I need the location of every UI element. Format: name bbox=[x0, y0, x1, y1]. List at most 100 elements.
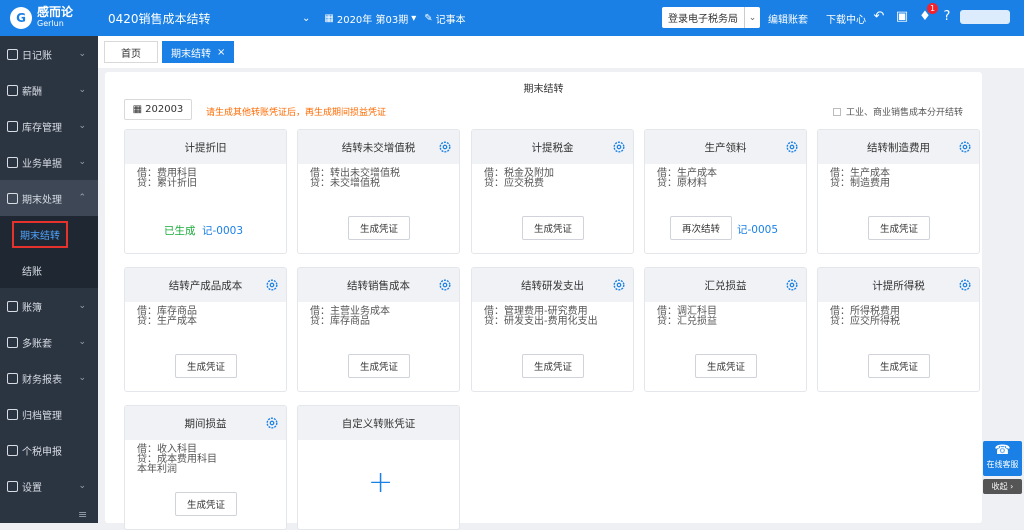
documents-icon bbox=[7, 156, 18, 168]
generate-voucher-button[interactable]: 生成凭证 bbox=[175, 492, 237, 516]
collapse-button[interactable]: 收起 › bbox=[983, 479, 1022, 494]
chevron-down-icon: ⌄ bbox=[78, 481, 86, 491]
chevron-down-icon[interactable]: ⌄ bbox=[744, 7, 760, 28]
sidebar-item-reports[interactable]: 财务报表 ⌄ bbox=[0, 360, 98, 396]
chevron-down-icon: ⌄ bbox=[78, 49, 86, 59]
sidebar-item-tax[interactable]: 个税申报 bbox=[0, 432, 98, 468]
sidebar-subitem-closing[interactable]: 结账 bbox=[0, 252, 98, 288]
checkbox-icon[interactable] bbox=[833, 107, 841, 116]
gear-icon[interactable] bbox=[612, 278, 626, 292]
voucher-link[interactable]: 记-0003 bbox=[202, 223, 243, 238]
sidebar-item-journal[interactable]: 日记账 ⌄ bbox=[0, 36, 98, 72]
tab-period-transfer[interactable]: 期末结转 × bbox=[162, 41, 235, 63]
online-service-button[interactable]: ☎ 在线客服 bbox=[983, 441, 1022, 476]
card-sales-cost: 结转销售成本 借：主营业务成本 贷：库存商品 生成凭证 bbox=[297, 267, 460, 392]
card-exchange-gain-loss: 汇兑损益 借：调汇科目 贷：汇兑损益 生成凭证 bbox=[644, 267, 807, 392]
inventory-icon bbox=[7, 120, 18, 132]
sidebar-item-ledger[interactable]: 账簿 ⌄ bbox=[0, 288, 98, 324]
period-picker[interactable]: ▦ 202003 bbox=[124, 99, 192, 120]
sidebar-item-period-end[interactable]: 期末处理 ⌃ bbox=[0, 180, 98, 216]
card-title: 期间损益 bbox=[184, 417, 227, 430]
chevron-down-icon: ⌄ bbox=[78, 373, 86, 383]
notepad-icon: ✎ bbox=[424, 12, 433, 24]
generate-voucher-button[interactable]: 生成凭证 bbox=[522, 354, 584, 378]
close-icon[interactable]: × bbox=[217, 47, 225, 58]
card-title: 计提折旧 bbox=[125, 130, 286, 164]
voucher-link[interactable]: 记-0005 bbox=[737, 222, 778, 237]
separate-cost-checkbox[interactable]: 工业、商业销售成本分开结转 bbox=[833, 105, 963, 118]
generate-voucher-button[interactable]: 生成凭证 bbox=[522, 216, 584, 240]
generate-voucher-button[interactable]: 生成凭证 bbox=[175, 354, 237, 378]
notepad-label: 记事本 bbox=[435, 14, 466, 26]
card-finished-goods: 结转产成品成本 借：库存商品 贷：生产成本 生成凭证 bbox=[124, 267, 287, 392]
generate-voucher-button[interactable]: 生成凭证 bbox=[695, 354, 757, 378]
chevron-up-icon: ⌃ bbox=[78, 193, 86, 203]
journal-icon bbox=[7, 48, 18, 60]
gear-icon[interactable] bbox=[265, 278, 279, 292]
collapse-sidebar-icon[interactable]: ≡ bbox=[78, 508, 87, 521]
sidebar: 日记账 ⌄ 薪酬 ⌄ 库存管理 ⌄ 业务单据 ⌄ 期末处理 ⌃ 期末结转 结账 账簿 ⌄ 多… bbox=[0, 36, 98, 523]
sidebar-subitem-period-transfer[interactable]: 期末结转 bbox=[0, 216, 98, 252]
salary-icon bbox=[7, 84, 18, 96]
card-title: 计提税金 bbox=[531, 141, 574, 154]
chevron-down-icon: ⌄ bbox=[78, 337, 86, 347]
card-custom-transfer[interactable]: 自定义转账凭证 + bbox=[297, 405, 460, 530]
gear-icon[interactable] bbox=[958, 278, 972, 292]
page-title: 期末结转 bbox=[523, 84, 564, 95]
card-income-tax: 计提所得税 借：所得税费用 贷：应交所得税 生成凭证 bbox=[817, 267, 980, 392]
chevron-down-icon: ⌄ bbox=[78, 157, 86, 167]
gear-icon[interactable] bbox=[958, 140, 972, 154]
generate-voucher-button[interactable]: 生成凭证 bbox=[348, 216, 410, 240]
calendar-icon: ▦ bbox=[132, 104, 143, 115]
sidebar-item-settings[interactable]: 设置 ⌄ bbox=[0, 468, 98, 504]
gear-icon[interactable] bbox=[785, 140, 799, 154]
gear-icon[interactable] bbox=[438, 278, 452, 292]
sidebar-item-inventory[interactable]: 库存管理 ⌄ bbox=[0, 108, 98, 144]
company-name[interactable]: 0420销售成本结转 bbox=[108, 10, 298, 27]
logo-text: 感而论 bbox=[37, 5, 74, 19]
tax-bureau-label: 登录电子税务局 bbox=[668, 14, 738, 25]
gear-icon[interactable] bbox=[265, 416, 279, 430]
edit-account-link[interactable]: 编辑账套 bbox=[768, 11, 808, 26]
logo[interactable]: G 感而论 Gerlun bbox=[0, 0, 100, 36]
retransfer-button[interactable]: 再次结转 bbox=[670, 216, 732, 240]
company-chevron-down-icon[interactable]: ⌄ bbox=[302, 13, 310, 24]
archive-icon bbox=[7, 408, 18, 420]
fullscreen-icon[interactable]: ▣ bbox=[894, 9, 910, 25]
gear-icon[interactable] bbox=[785, 278, 799, 292]
card-rd-expense: 结转研发支出 借：管理费用-研究费用 贷：研发支出-费用化支出 生成凭证 bbox=[471, 267, 634, 392]
plus-icon[interactable]: + bbox=[368, 468, 393, 498]
tax-bureau-select[interactable]: 登录电子税务局 ⌄ bbox=[662, 7, 760, 28]
card-tax-accrual: 计提税金 借：税金及附加 贷：应交税费 生成凭证 bbox=[471, 129, 634, 254]
generate-voucher-button[interactable]: 生成凭证 bbox=[348, 354, 410, 378]
generate-voucher-button[interactable]: 生成凭证 bbox=[868, 216, 930, 240]
card-title: 结转销售成本 bbox=[347, 279, 410, 292]
card-title: 结转研发支出 bbox=[521, 279, 584, 292]
card-title: 结转制造费用 bbox=[867, 141, 930, 154]
sidebar-item-archive[interactable]: 归档管理 bbox=[0, 396, 98, 432]
headset-icon: ☎ bbox=[994, 443, 1011, 458]
card-manufacturing-overhead: 结转制造费用 借：生产成本 贷：制造费用 生成凭证 bbox=[817, 129, 980, 254]
period-label: 2020年 第03期 bbox=[336, 14, 409, 26]
generate-voucher-button[interactable]: 生成凭证 bbox=[868, 354, 930, 378]
card-material-issue: 生产领料 借：生产成本 贷：原材料 再次结转 记-0005 bbox=[644, 129, 807, 254]
download-center-link[interactable]: 下载中心 bbox=[826, 11, 866, 26]
period-selector[interactable]: ▦ 2020年 第03期 ▾ bbox=[324, 11, 416, 26]
settings-icon bbox=[7, 480, 18, 492]
sidebar-item-salary[interactable]: 薪酬 ⌄ bbox=[0, 72, 98, 108]
user-avatar[interactable] bbox=[960, 10, 1010, 24]
gear-icon[interactable] bbox=[612, 140, 626, 154]
chevron-down-icon: ⌄ bbox=[78, 121, 86, 131]
sidebar-item-multi-account[interactable]: 多账套 ⌄ bbox=[0, 324, 98, 360]
back-icon[interactable]: ↶ bbox=[871, 9, 887, 25]
logo-mark: G bbox=[10, 7, 32, 29]
calendar-icon: ▦ bbox=[324, 12, 334, 24]
gear-icon[interactable] bbox=[438, 140, 452, 154]
status-generated: 已生成 bbox=[164, 225, 196, 237]
sidebar-item-documents[interactable]: 业务单据 ⌄ bbox=[0, 144, 98, 180]
card-title: 结转未交增值税 bbox=[341, 141, 416, 154]
help-icon[interactable]: ? bbox=[939, 9, 955, 25]
ledger-icon bbox=[7, 300, 18, 312]
notepad-button[interactable]: ✎ 记事本 bbox=[424, 11, 465, 26]
tab-home[interactable]: 首页 bbox=[104, 41, 158, 63]
